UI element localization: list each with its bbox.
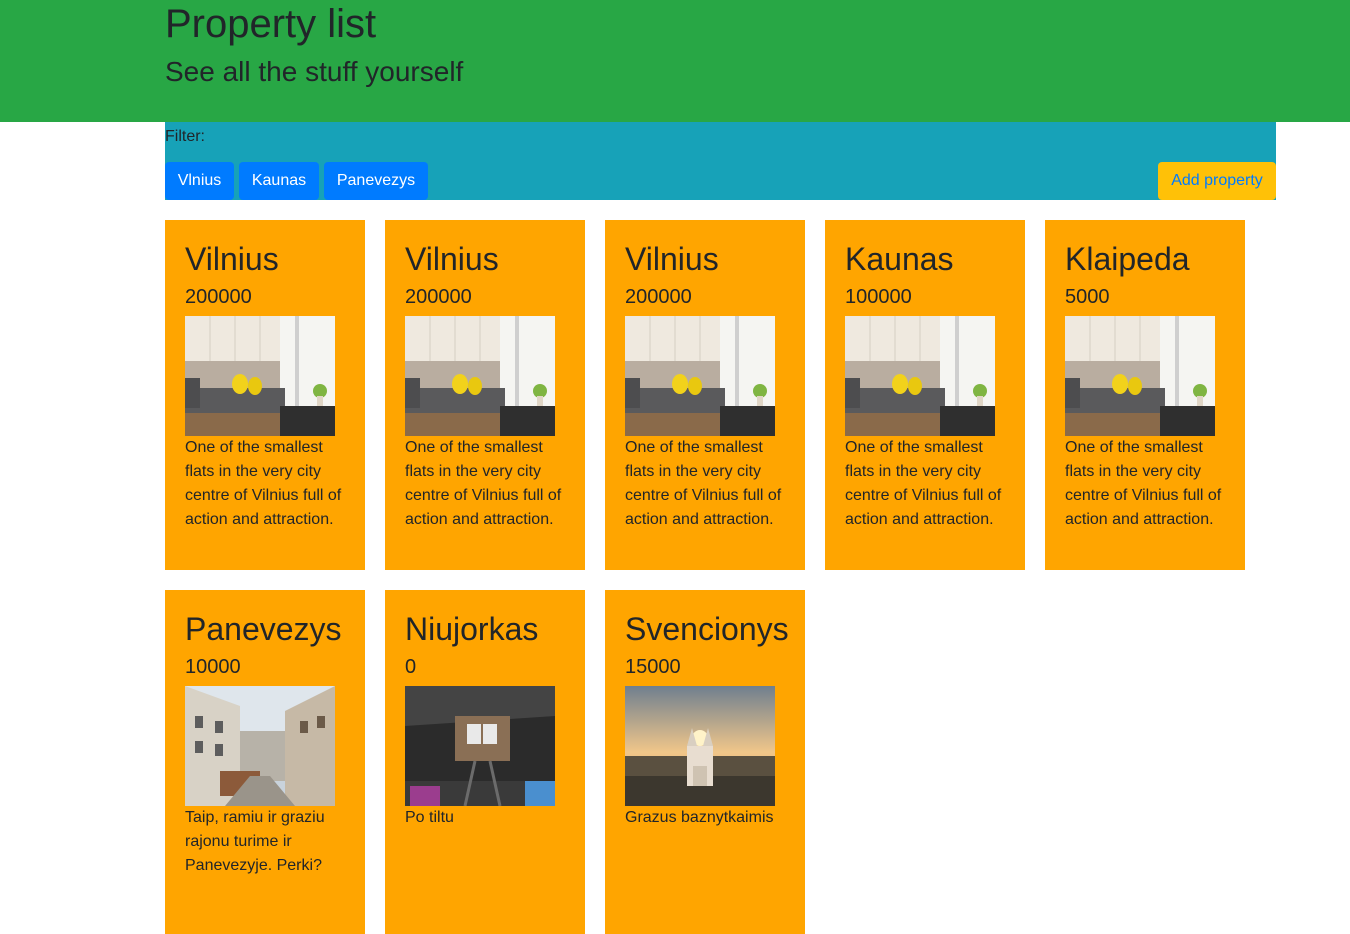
property-card: Klaipeda 5000 One of the smallest flats … [1045,220,1245,570]
property-photo [625,686,775,806]
property-price: 10000 [185,656,241,678]
property-city: Niujorkas [405,611,539,647]
property-description: One of the smallest flats in the very ci… [405,439,562,528]
property-city: Kaunas [845,241,954,277]
property-price: 5000 [1065,286,1110,308]
property-city: Panevezys [185,611,342,647]
property-price: 100000 [845,286,912,308]
property-description: One of the smallest flats in the very ci… [1065,439,1222,528]
property-description: One of the smallest flats in the very ci… [625,439,782,528]
property-city: Svencionys [625,611,789,647]
property-photo [1065,316,1215,436]
property-price: 200000 [405,286,472,308]
filter-label: Filter: [165,128,205,145]
property-price: 200000 [625,286,692,308]
filter-bar: Filter: Vlnius Kaunas Panevezys Add prop… [165,122,1276,200]
property-card: Vilnius 200000 One of the smallest flats… [385,220,585,570]
property-city: Vilnius [405,241,499,277]
property-card: Kaunas 100000 One of the smallest flats … [825,220,1025,570]
property-photo [185,316,335,436]
property-card: Vilnius 200000 One of the smallest flats… [165,220,365,570]
property-card: Panevezys 10000 Taip, ramiu ir graziu ra… [165,590,365,934]
property-description: Po tiltu [405,809,454,826]
property-description: One of the smallest flats in the very ci… [185,439,342,528]
filter-button-vilnius[interactable]: Vlnius [165,162,234,200]
property-photo [185,686,335,806]
page-header: Property list See all the stuff yourself [0,0,1350,122]
page-subtitle: See all the stuff yourself [165,56,464,87]
property-card: Vilnius 200000 One of the smallest flats… [605,220,805,570]
property-card: Svencionys 15000 Grazus baznytkaimis [605,590,805,934]
property-description: Taip, ramiu ir graziu rajonu turime ir P… [185,809,325,874]
filter-button-kaunas[interactable]: Kaunas [239,162,319,200]
add-property-button[interactable]: Add property [1158,162,1276,200]
property-city: Vilnius [185,241,279,277]
property-price: 15000 [625,656,681,678]
property-photo [405,316,555,436]
property-description: One of the smallest flats in the very ci… [845,439,1002,528]
property-card: Niujorkas 0 Po tiltu [385,590,585,934]
property-description: Grazus baznytkaimis [625,809,774,826]
property-price: 200000 [185,286,252,308]
property-city: Vilnius [625,241,719,277]
property-photo [625,316,775,436]
property-price: 0 [405,656,417,678]
property-city: Klaipeda [1065,241,1190,277]
property-photo [845,316,995,436]
filter-button-panevezys[interactable]: Panevezys [324,162,428,200]
page-title: Property list [165,2,377,46]
property-photo [405,686,555,806]
